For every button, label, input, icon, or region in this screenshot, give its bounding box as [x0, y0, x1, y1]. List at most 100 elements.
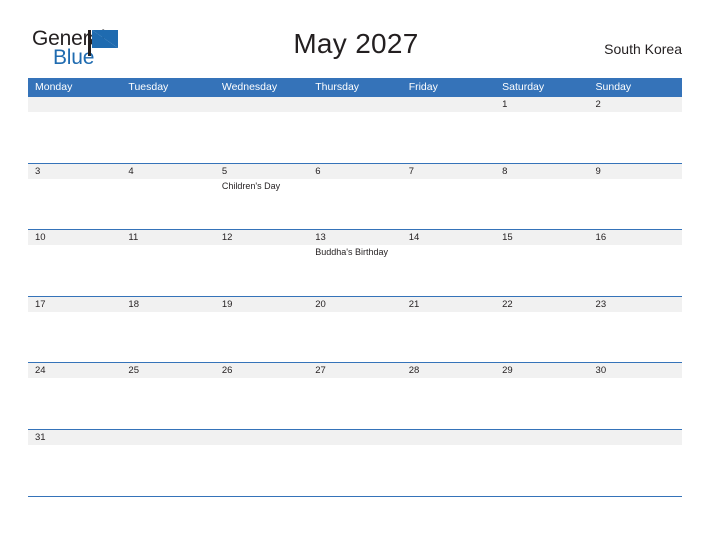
day-number[interactable]: 21	[402, 297, 495, 312]
day-number[interactable]: 5	[215, 164, 308, 179]
day-cell[interactable]	[402, 378, 495, 428]
day-number[interactable]: 23	[589, 297, 682, 312]
day-number[interactable]	[308, 97, 401, 112]
day-number[interactable]	[215, 430, 308, 445]
day-number[interactable]: 26	[215, 363, 308, 378]
day-cell[interactable]	[215, 312, 308, 362]
event-band	[28, 311, 682, 362]
day-cell[interactable]	[28, 245, 121, 295]
day-cell[interactable]	[28, 378, 121, 428]
event-band	[28, 112, 682, 162]
day-cell[interactable]	[402, 179, 495, 229]
day-cell[interactable]	[402, 245, 495, 295]
day-number[interactable]: 31	[28, 430, 121, 445]
day-number[interactable]: 9	[589, 164, 682, 179]
day-number[interactable]	[28, 97, 121, 112]
day-number[interactable]: 14	[402, 230, 495, 245]
day-cell[interactable]	[402, 312, 495, 362]
weekday-header-tuesday: Tuesday	[128, 81, 169, 93]
event-band: Children's Day	[28, 178, 682, 229]
day-number[interactable]	[402, 430, 495, 445]
day-number[interactable]	[402, 97, 495, 112]
day-number[interactable]: 16	[589, 230, 682, 245]
day-number[interactable]	[121, 430, 214, 445]
event-band: Buddha's Birthday	[28, 245, 682, 296]
day-cell[interactable]	[589, 245, 682, 295]
day-number[interactable]: 22	[495, 297, 588, 312]
day-number[interactable]: 25	[121, 363, 214, 378]
day-number[interactable]	[121, 97, 214, 112]
day-number[interactable]: 15	[495, 230, 588, 245]
day-cell[interactable]	[589, 445, 682, 495]
day-cell[interactable]	[215, 378, 308, 428]
weekday-header-saturday: Saturday	[502, 81, 545, 93]
day-cell[interactable]	[589, 112, 682, 162]
day-number[interactable]: 8	[495, 164, 588, 179]
day-cell[interactable]	[215, 445, 308, 495]
day-cell[interactable]: Buddha's Birthday	[308, 245, 401, 295]
day-number[interactable]: 27	[308, 363, 401, 378]
day-number[interactable]: 28	[402, 363, 495, 378]
day-cell[interactable]	[28, 179, 121, 229]
day-cell[interactable]	[495, 112, 588, 162]
day-cell[interactable]	[121, 245, 214, 295]
day-number[interactable]: 10	[28, 230, 121, 245]
day-cell[interactable]	[495, 445, 588, 495]
day-number[interactable]: 4	[121, 164, 214, 179]
day-cell[interactable]	[308, 378, 401, 428]
day-cell[interactable]	[495, 245, 588, 295]
day-number[interactable]: 7	[402, 164, 495, 179]
day-number[interactable]: 20	[308, 297, 401, 312]
day-cell[interactable]	[495, 378, 588, 428]
weekday-header-row: Monday Tuesday Wednesday Thursday Friday…	[28, 78, 682, 97]
day-number[interactable]: 2	[589, 97, 682, 112]
day-cell[interactable]	[308, 112, 401, 162]
calendar-grid: Monday Tuesday Wednesday Thursday Friday…	[28, 78, 682, 497]
day-cell[interactable]	[121, 312, 214, 362]
day-number[interactable]: 24	[28, 363, 121, 378]
week-row: 31	[28, 429, 682, 497]
day-cell[interactable]	[495, 179, 588, 229]
day-number[interactable]: 17	[28, 297, 121, 312]
weekday-header-wednesday: Wednesday	[221, 81, 278, 93]
day-number[interactable]: 13	[308, 230, 401, 245]
day-number[interactable]: 19	[215, 297, 308, 312]
day-number[interactable]: 29	[495, 363, 588, 378]
day-number[interactable]: 6	[308, 164, 401, 179]
day-number[interactable]	[495, 430, 588, 445]
day-cell[interactable]	[28, 312, 121, 362]
day-cell[interactable]	[402, 445, 495, 495]
day-number[interactable]: 11	[121, 230, 214, 245]
day-cell[interactable]	[589, 312, 682, 362]
day-number[interactable]	[308, 430, 401, 445]
day-number[interactable]: 30	[589, 363, 682, 378]
weekday-header-thursday: Thursday	[315, 81, 360, 93]
day-cell[interactable]	[589, 179, 682, 229]
date-band: 10 11 12 13 14 15 16	[28, 230, 682, 246]
day-number[interactable]: 3	[28, 164, 121, 179]
date-band: 1 2	[28, 97, 682, 112]
day-cell[interactable]	[308, 445, 401, 495]
weekday-header-friday: Friday	[408, 81, 438, 93]
day-number[interactable]: 18	[121, 297, 214, 312]
day-cell[interactable]	[121, 112, 214, 162]
event-label: Children's Day	[221, 180, 281, 191]
day-cell[interactable]	[308, 179, 401, 229]
day-number[interactable]: 1	[495, 97, 588, 112]
day-cell[interactable]	[402, 112, 495, 162]
day-number[interactable]: 12	[215, 230, 308, 245]
day-cell[interactable]	[495, 312, 588, 362]
day-cell[interactable]	[308, 312, 401, 362]
day-cell[interactable]	[215, 245, 308, 295]
day-cell[interactable]	[589, 378, 682, 428]
day-number[interactable]	[589, 430, 682, 445]
day-cell[interactable]: Children's Day	[215, 179, 308, 229]
day-cell[interactable]	[28, 112, 121, 162]
day-cell[interactable]	[215, 112, 308, 162]
day-cell[interactable]	[121, 179, 214, 229]
day-number[interactable]	[215, 97, 308, 112]
day-cell[interactable]	[28, 445, 121, 495]
day-cell[interactable]	[121, 445, 214, 495]
day-cell[interactable]	[121, 378, 214, 428]
date-band: 24 25 26 27 28 29 30	[28, 363, 682, 379]
